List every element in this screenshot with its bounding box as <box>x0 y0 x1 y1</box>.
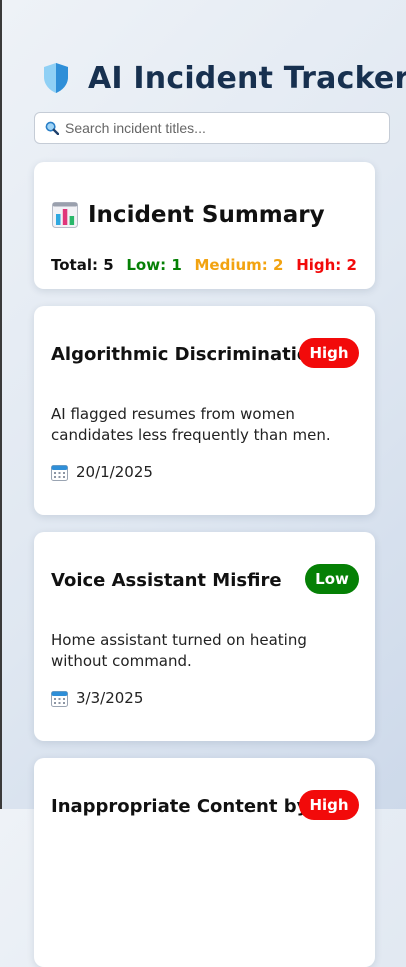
summary-title: Incident Summary <box>88 202 325 228</box>
incident-description: Home assistant turned on heating without… <box>51 631 307 670</box>
incident-title: Inappropriate Content by <box>51 796 309 817</box>
high-count: High: 2 <box>296 256 357 274</box>
severity-badge-high: High <box>299 790 359 820</box>
search-icon <box>45 121 59 135</box>
search-input[interactable] <box>65 120 365 136</box>
severity-badge-low: Low <box>305 564 359 594</box>
incident-title: Voice Assistant Misfire <box>51 570 282 591</box>
search-bar[interactable] <box>34 112 390 144</box>
summary-header: Incident Summary <box>52 202 325 228</box>
calendar-icon <box>51 464 68 481</box>
incident-card[interactable]: Algorithmic Discrimination High AI flagg… <box>34 306 375 515</box>
total-count: Total: 5 <box>51 256 114 274</box>
bar-chart-icon <box>52 202 78 228</box>
incident-title: Algorithmic Discrimination <box>51 344 323 365</box>
medium-count: Medium: 2 <box>194 256 284 274</box>
low-count: Low: 1 <box>126 256 182 274</box>
incident-card[interactable]: Inappropriate Content by High <box>34 758 375 967</box>
shield-icon <box>44 63 68 93</box>
incident-date-row: 20/1/2025 <box>51 463 153 481</box>
summary-stats: Total: 5 Low: 1 Medium: 2 High: 2 <box>51 256 357 274</box>
incident-date: 20/1/2025 <box>76 463 153 481</box>
incident-date: 3/3/2025 <box>76 689 144 707</box>
page-header: AI Incident Tracker <box>42 56 406 100</box>
calendar-icon <box>51 690 68 707</box>
window-left-edge <box>0 0 2 809</box>
severity-badge-high: High <box>299 338 359 368</box>
page-title: AI Incident Tracker <box>88 60 406 96</box>
summary-card: Incident Summary Total: 5 Low: 1 Medium:… <box>34 162 375 289</box>
incident-description: AI flagged resumes from women candidates… <box>51 405 331 444</box>
incident-date-row: 3/3/2025 <box>51 689 143 707</box>
incident-card[interactable]: Voice Assistant Misfire Low Home assista… <box>34 532 375 741</box>
